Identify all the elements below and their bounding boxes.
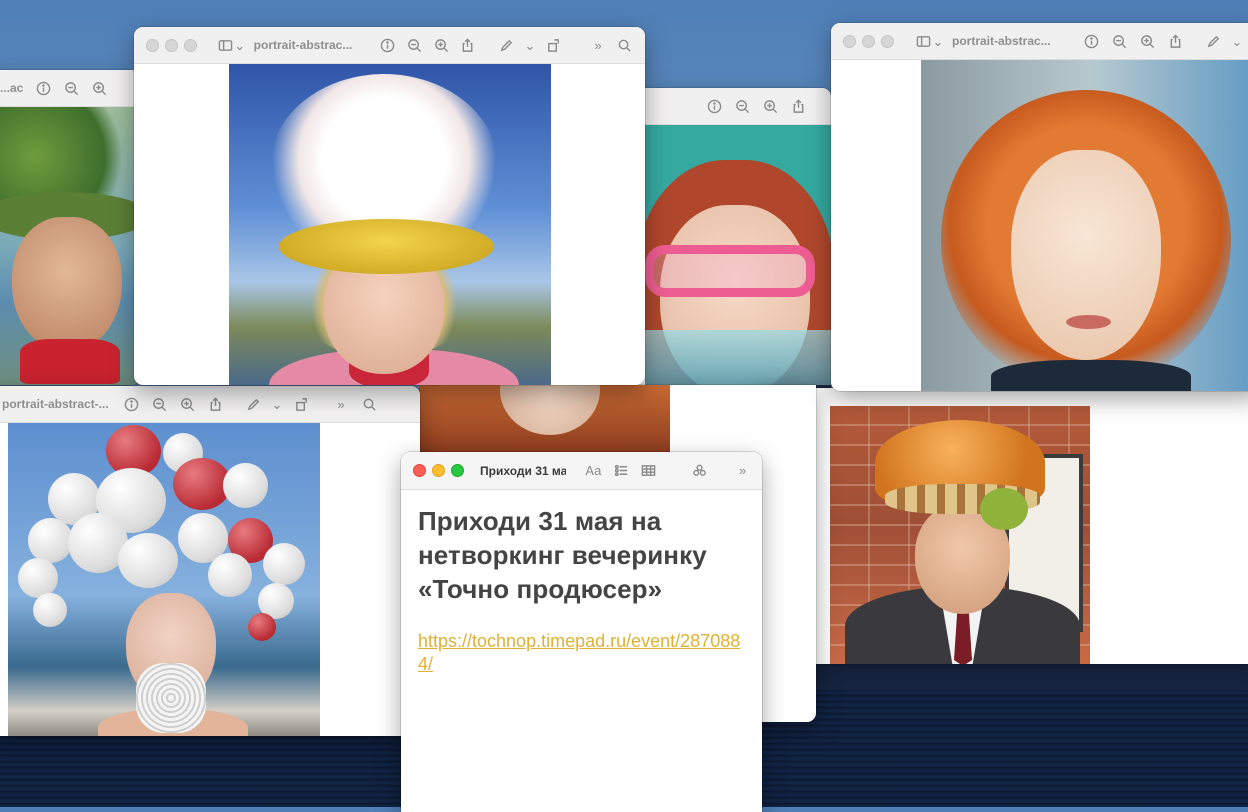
table-icon[interactable] [641,462,656,480]
chevron-down-icon[interactable]: ⌄ [933,32,944,50]
info-icon[interactable] [705,97,723,115]
zoom-out-icon[interactable] [406,36,423,54]
markup-pen-icon[interactable] [1204,32,1222,50]
preview-window-right-top[interactable]: ⌄ portrait-abstrac... ⌄ [831,23,1248,391]
zoom-button[interactable] [184,38,197,52]
window-title: portrait-abstrac... [952,34,1051,48]
preview-toolbar: ...ac... [0,70,140,107]
more-chevrons-icon[interactable]: » [735,462,750,480]
window-controls [413,464,464,477]
search-icon[interactable] [616,36,633,54]
info-icon[interactable] [1082,32,1100,50]
portrait-image [229,64,551,385]
zoom-in-icon[interactable] [433,36,450,54]
portrait-image [921,60,1248,391]
zoom-in-icon[interactable] [90,79,108,97]
sidebar-icon[interactable] [217,36,234,54]
markup-pen-icon[interactable] [244,395,262,413]
search-icon[interactable] [360,395,378,413]
preview-window-left-top[interactable]: ...ac... [0,70,140,385]
more-chevrons-icon[interactable]: » [590,36,607,54]
window-controls [146,38,197,52]
rotate-icon[interactable] [545,36,562,54]
note-content[interactable]: Приходи 31 мая на нетворкинг вечеринку «… [401,490,762,690]
share-icon[interactable] [460,36,477,54]
note-heading: Приходи 31 мая на нетворкинг вечеринку «… [418,506,707,604]
minimize-button[interactable] [862,34,875,48]
rotate-icon[interactable] [292,395,310,413]
portrait-image [830,406,1090,664]
minimize-button[interactable] [165,38,178,52]
preview-window-bottom-right[interactable] [760,388,1248,664]
collaborate-icon[interactable] [692,462,707,480]
notes-window[interactable]: Приходи 31 мая н... Aa » Приходи 31 мая … [401,452,762,812]
chevron-down-icon[interactable]: ⌄ [234,36,245,54]
markup-pen-icon[interactable] [498,36,515,54]
window-title: ...ac... [0,81,24,95]
more-chevrons-icon[interactable]: » [332,395,350,413]
checklist-icon[interactable] [614,462,629,480]
zoom-button[interactable] [881,34,894,48]
zoom-in-icon[interactable] [761,97,779,115]
chevron-down-icon[interactable]: ⌄ [1232,32,1243,50]
share-icon[interactable] [1166,32,1184,50]
share-icon[interactable] [206,395,224,413]
portrait-image [645,125,831,412]
zoom-out-icon[interactable] [733,97,751,115]
share-icon[interactable] [789,97,807,115]
close-button[interactable] [843,34,856,48]
zoom-button[interactable] [451,464,464,477]
notes-toolbar: Приходи 31 мая н... Aa » [401,452,762,490]
portrait-image [8,423,320,736]
window-title: portrait-abstrac... [253,38,353,52]
sidebar-icon[interactable] [914,32,932,50]
window-controls [843,34,894,48]
preview-toolbar: portrait-abstract-... ⌄ » [0,386,420,423]
format-text-button[interactable]: Aa [584,462,602,480]
zoom-in-icon[interactable] [178,395,196,413]
preview-window-left-bottom[interactable]: portrait-abstract-... ⌄ » [0,386,420,736]
zoom-out-icon[interactable] [62,79,80,97]
preview-toolbar: ⌄ portrait-abstrac... ⌄ [831,23,1248,60]
info-icon[interactable] [34,79,52,97]
note-link[interactable]: https://tochnop.timepad.ru/event/2870884… [418,630,745,676]
portrait-image [0,107,140,385]
info-icon[interactable] [122,395,140,413]
info-icon[interactable] [380,36,397,54]
preview-window-center-top[interactable]: ⌄ portrait-abstrac... ⌄ » [134,27,645,385]
minimize-button[interactable] [432,464,445,477]
chevron-down-icon[interactable]: ⌄ [524,36,535,54]
close-button[interactable] [146,38,159,52]
chevron-down-icon[interactable]: ⌄ [272,395,283,413]
window-title: portrait-abstract-... [2,397,109,411]
zoom-out-icon[interactable] [1110,32,1128,50]
notes-window-title: Приходи 31 мая н... [480,463,567,478]
close-button[interactable] [413,464,426,477]
zoom-in-icon[interactable] [1138,32,1156,50]
preview-toolbar: ⌄ portrait-abstrac... ⌄ » [134,27,645,64]
zoom-out-icon[interactable] [150,395,168,413]
portrait-image [420,385,670,455]
